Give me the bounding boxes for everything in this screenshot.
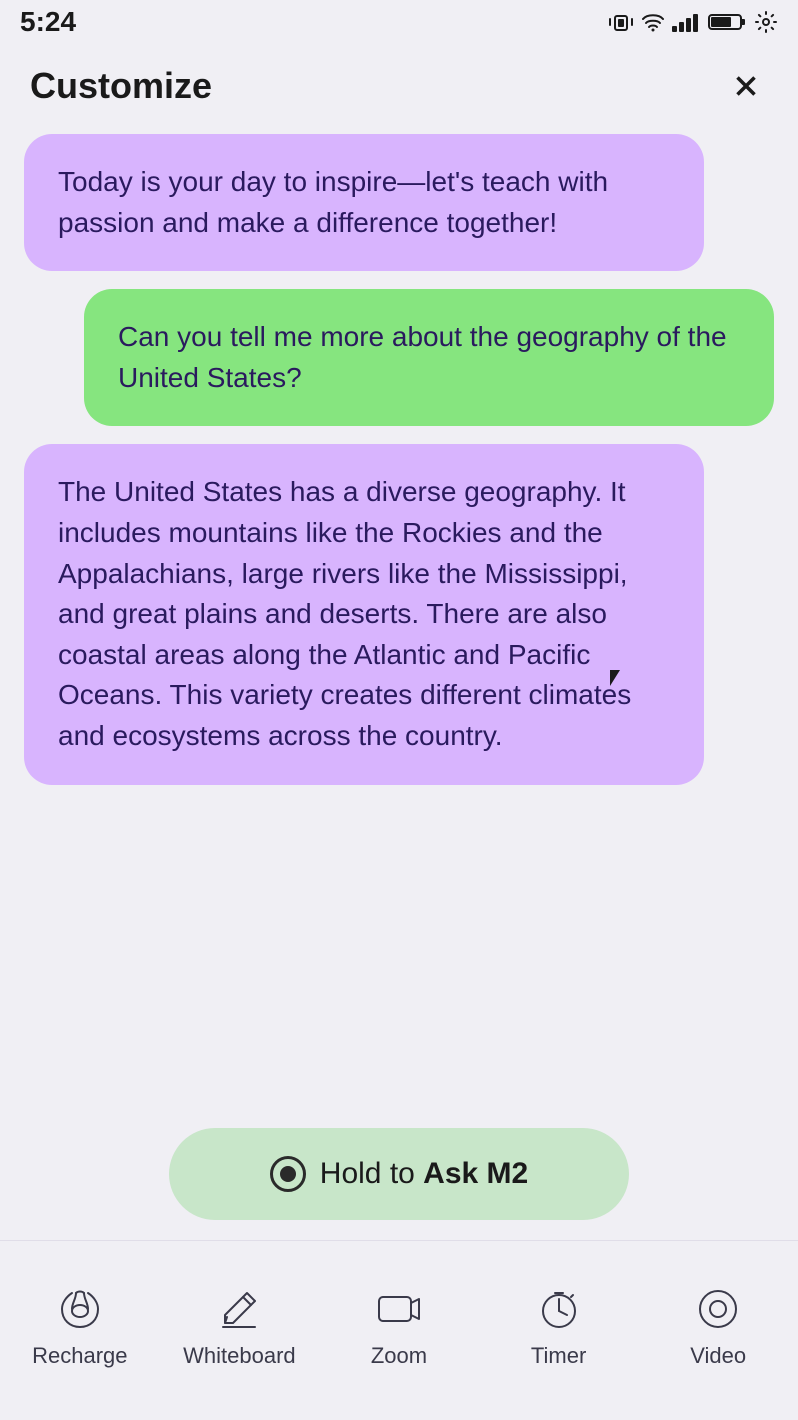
signal-icon xyxy=(672,12,700,32)
status-icons xyxy=(608,10,778,34)
whiteboard-icon xyxy=(213,1283,265,1335)
nav-item-video[interactable]: Video xyxy=(638,1283,798,1369)
message-bubble-3: The United States has a diverse geograph… xyxy=(24,444,704,784)
recharge-icon xyxy=(54,1283,106,1335)
nav-label-video: Video xyxy=(690,1343,746,1369)
message-text-2: Can you tell me more about the geography… xyxy=(118,317,740,398)
nav-label-timer: Timer xyxy=(531,1343,586,1369)
hold-to-ask-button[interactable]: Hold to Ask M2 xyxy=(169,1128,629,1220)
page-title: Customize xyxy=(30,65,212,107)
zoom-icon xyxy=(373,1283,425,1335)
wifi-icon xyxy=(642,12,664,32)
close-button[interactable] xyxy=(724,64,768,108)
message-text-1: Today is your day to inspire—let's teach… xyxy=(58,162,670,243)
video-icon xyxy=(692,1283,744,1335)
timer-icon xyxy=(533,1283,585,1335)
chat-area: Today is your day to inspire—let's teach… xyxy=(0,124,798,795)
bottom-nav: Recharge Whiteboard Zoom xyxy=(0,1240,798,1420)
record-icon-inner xyxy=(280,1166,296,1182)
message-text-3: The United States has a diverse geograph… xyxy=(58,472,670,756)
vibrate-icon xyxy=(608,12,634,32)
hold-button-label-strong: Ask M2 xyxy=(423,1157,528,1190)
nav-item-whiteboard[interactable]: Whiteboard xyxy=(160,1283,320,1369)
message-bubble-1: Today is your day to inspire—let's teach… xyxy=(24,134,704,271)
header: Customize xyxy=(0,44,798,124)
hold-button-container: Hold to Ask M2 xyxy=(169,1128,629,1220)
nav-item-timer[interactable]: Timer xyxy=(479,1283,639,1369)
battery-icon xyxy=(708,12,746,32)
nav-item-zoom[interactable]: Zoom xyxy=(319,1283,479,1369)
close-icon xyxy=(729,69,763,103)
nav-label-zoom: Zoom xyxy=(371,1343,427,1369)
nav-item-recharge[interactable]: Recharge xyxy=(0,1283,160,1369)
message-bubble-2: Can you tell me more about the geography… xyxy=(84,289,774,426)
nav-label-whiteboard: Whiteboard xyxy=(183,1343,296,1369)
nav-label-recharge: Recharge xyxy=(32,1343,127,1369)
status-bar: 5:24 xyxy=(0,0,798,44)
hold-button-label: Hold to Ask M2 xyxy=(320,1157,528,1191)
settings-icon xyxy=(754,10,778,34)
record-icon xyxy=(270,1156,306,1192)
status-time: 5:24 xyxy=(20,6,76,38)
